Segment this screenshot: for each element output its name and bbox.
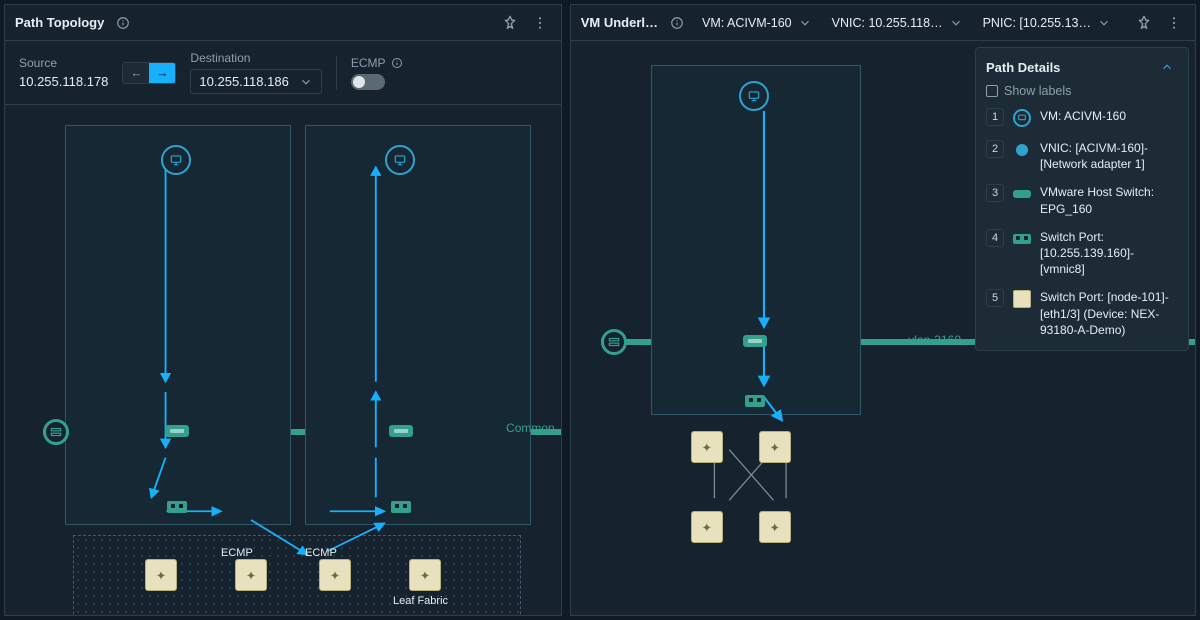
destination-domain-box [305, 125, 531, 525]
leaf-fabric-label: Leaf Fabric [393, 595, 448, 607]
vm-underlay-title: VM Underl… [581, 15, 658, 30]
leaf-switch-4[interactable]: ✦ [409, 559, 441, 591]
vm-dropdown-label: VM: ACIVM-160 [702, 16, 792, 30]
path-step-4-text: Switch Port: [10.255.139.160]-[vmnic8] [1040, 229, 1178, 278]
show-labels-text: Show labels [1004, 84, 1071, 98]
info-icon[interactable] [112, 12, 134, 34]
chevron-down-icon [798, 16, 812, 30]
destination-field[interactable]: Destination 10.255.118.186 [190, 51, 321, 94]
source-label: Source [19, 56, 108, 70]
destination-label: Destination [190, 51, 321, 65]
ecmp-control: ECMP [351, 56, 404, 90]
collapse-icon[interactable] [1156, 56, 1178, 78]
path-details-panel: Path Details Show labels 1 VM: ACIVM-160… [975, 47, 1189, 351]
vm-underlay-header: VM Underl… VM: ACIVM-160 VNIC: 10.255.11… [571, 5, 1195, 41]
info-icon[interactable] [391, 57, 403, 69]
leaf-switch-2[interactable]: ✦ [235, 559, 267, 591]
underlay-switch-a1[interactable]: ✦ [691, 431, 723, 463]
vm-host-icon[interactable] [739, 81, 769, 111]
chevron-down-icon [299, 75, 313, 89]
path-details-title: Path Details [986, 60, 1060, 75]
ecmp-label: ECMP [351, 56, 386, 70]
vm-hostswitch-icon[interactable] [743, 335, 767, 347]
ecmp-badge-2: ECMP [305, 547, 337, 559]
info-icon[interactable] [666, 12, 688, 34]
pin-icon[interactable] [499, 12, 521, 34]
pin-icon[interactable] [1133, 12, 1155, 34]
show-labels-checkbox[interactable]: Show labels [986, 84, 1178, 98]
vm-dropdown[interactable]: VM: ACIVM-160 [696, 12, 818, 34]
vnic-dropdown-label: VNIC: 10.255.118… [832, 16, 943, 30]
ecmp-toggle[interactable] [351, 74, 385, 90]
direction-back-icon[interactable]: ← [123, 63, 149, 83]
vm-underlay-canvas[interactable]: vlan-3160 ✦ ✦ ✦ ✦ [571, 41, 1195, 615]
vlan-lane-icon [601, 329, 627, 355]
switch-icon [1013, 290, 1031, 308]
direction-forward-icon[interactable]: → [149, 63, 175, 83]
underlay-switch-b1[interactable]: ✦ [691, 511, 723, 543]
path-step-2-text: VNIC: [ACIVM-160]-[Network adapter 1] [1040, 140, 1178, 172]
chevron-down-icon [949, 16, 963, 30]
direction-toggle[interactable]: ← → [122, 62, 176, 84]
path-step-5-text: Switch Port: [node-101]-[eth1/3] (Device… [1040, 289, 1178, 338]
pnic-dropdown-label: PNIC: [10.255.13… [983, 16, 1091, 30]
kebab-icon[interactable] [529, 12, 551, 34]
source-host-icon[interactable] [161, 145, 191, 175]
leaf-switch-1[interactable]: ✦ [145, 559, 177, 591]
fabric-area [73, 535, 521, 615]
source-port-icon[interactable] [167, 501, 187, 513]
hostswitch-icon [1013, 190, 1031, 198]
vnic-dot-icon [1016, 144, 1028, 156]
port-icon [1013, 234, 1031, 244]
path-topology-controls: Source 10.255.118.178 ← → Destination 10… [5, 41, 561, 105]
common-lane-label: Common [506, 421, 555, 435]
underlay-switch-b2[interactable]: ✦ [759, 511, 791, 543]
path-topology-canvas[interactable]: Common ✦ ✦ ✦ ✦ ✦ ✦ [5, 105, 561, 615]
vm-underlay-panel: VM Underl… VM: ACIVM-160 VNIC: 10.255.11… [570, 4, 1196, 616]
path-topology-title: Path Topology [15, 15, 104, 30]
underlay-switch-a2[interactable]: ✦ [759, 431, 791, 463]
destination-value: 10.255.118.186 [199, 74, 288, 89]
path-step-3-text: VMware Host Switch: EPG_160 [1040, 184, 1178, 216]
source-value: 10.255.118.178 [19, 74, 108, 89]
vm-icon [1013, 109, 1031, 127]
kebab-icon[interactable] [1163, 12, 1185, 34]
path-step-2[interactable]: 2 VNIC: [ACIVM-160]-[Network adapter 1] [986, 140, 1178, 172]
vm-domain-box [651, 65, 861, 415]
path-topology-panel: Path Topology Source 10.255.118.178 ← → [4, 4, 562, 616]
dest-hostswitch-icon[interactable] [389, 425, 413, 437]
source-hostswitch-icon[interactable] [165, 425, 189, 437]
source-field: Source 10.255.118.178 [19, 56, 108, 89]
path-topology-header: Path Topology [5, 5, 561, 41]
path-step-1-text: VM: ACIVM-160 [1040, 108, 1178, 124]
dest-host-icon[interactable] [385, 145, 415, 175]
common-lane-icon [43, 419, 69, 445]
path-step-4[interactable]: 4 Switch Port: [10.255.139.160]-[vmnic8] [986, 229, 1178, 278]
vnic-dropdown[interactable]: VNIC: 10.255.118… [826, 12, 969, 34]
ecmp-badge-1: ECMP [221, 547, 253, 559]
vm-port-icon[interactable] [745, 395, 765, 407]
path-step-5[interactable]: 5 Switch Port: [node-101]-[eth1/3] (Devi… [986, 289, 1178, 338]
vlan-lane-label: vlan-3160 [908, 333, 961, 347]
source-domain-box [65, 125, 291, 525]
chevron-down-icon [1097, 16, 1111, 30]
leaf-switch-3[interactable]: ✦ [319, 559, 351, 591]
path-step-1[interactable]: 1 VM: ACIVM-160 [986, 108, 1178, 128]
pnic-dropdown[interactable]: PNIC: [10.255.13… [977, 12, 1117, 34]
dest-port-icon[interactable] [391, 501, 411, 513]
checkbox-icon [986, 85, 998, 97]
path-step-3[interactable]: 3 VMware Host Switch: EPG_160 [986, 184, 1178, 216]
